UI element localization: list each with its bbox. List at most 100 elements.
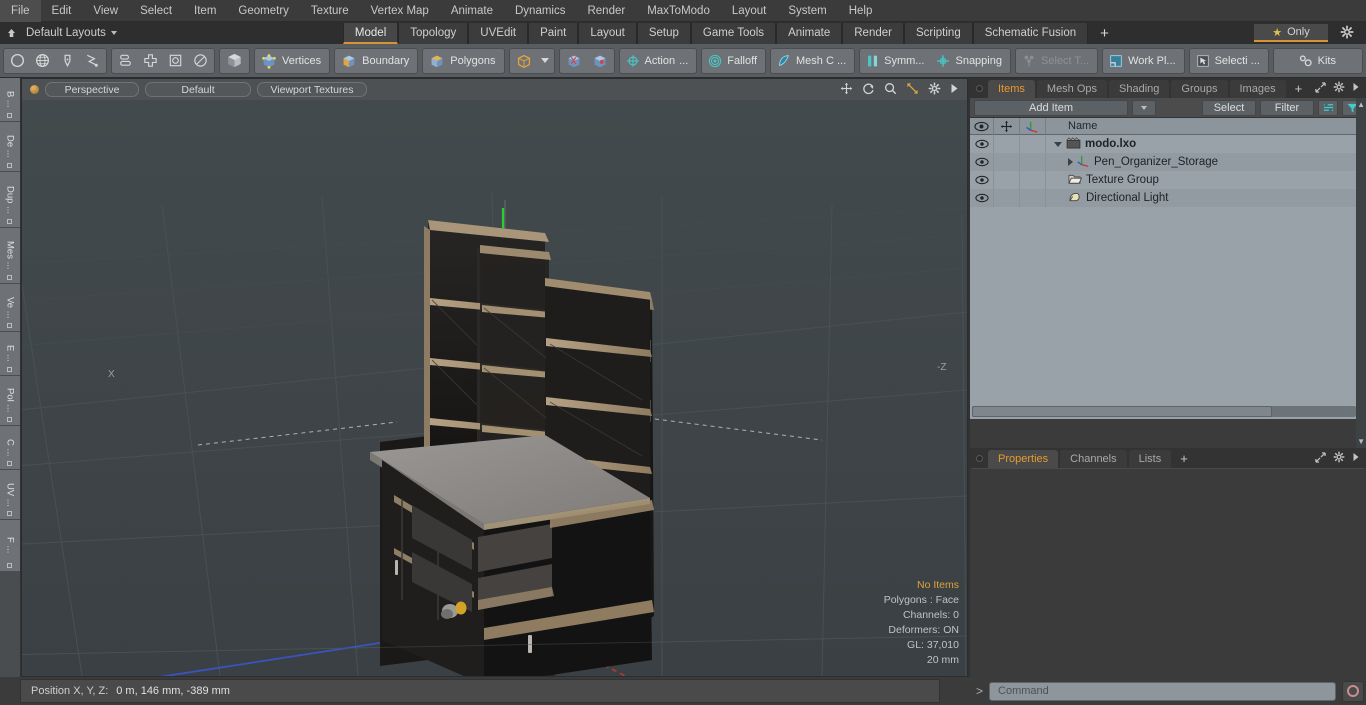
row-axis-cell[interactable] [1020,135,1046,153]
add-item-button[interactable]: Add Item [974,99,1128,116]
add-panel-tab-button[interactable]: + [1288,80,1310,98]
row-lock-cell[interactable] [994,135,1020,153]
sidebar-item-fusion[interactable]: F ... [0,520,20,572]
table-row[interactable]: Directional Light [970,189,1366,207]
sidebar-item-edge[interactable]: E ... [0,332,20,376]
home-icon[interactable] [0,22,22,44]
viewport-view-mode-dropdown[interactable]: Perspective [45,82,139,97]
menu-render[interactable]: Render [576,0,636,22]
expand-icon[interactable] [1315,81,1326,96]
tab-schematic-fusion[interactable]: Schematic Fusion [972,22,1089,44]
path-select-icon[interactable] [80,49,105,73]
table-row[interactable]: Texture Group [970,171,1366,189]
mesh-constraint-button[interactable]: Mesh C ... [772,49,853,73]
vertices-mode-button[interactable]: Vertices [256,49,328,73]
sidebar-item-uv[interactable]: UV ... [0,470,20,520]
scrollbar-thumb[interactable] [972,406,1272,417]
menu-help[interactable]: Help [838,0,884,22]
menu-vertex-map[interactable]: Vertex Map [360,0,440,22]
row-lock-cell[interactable] [994,189,1020,207]
tab-topology[interactable]: Topology [398,22,469,44]
menu-geometry[interactable]: Geometry [227,0,300,22]
menu-layout[interactable]: Layout [721,0,778,22]
row-visibility-toggle[interactable] [970,153,994,171]
add-tab-button[interactable]: + [1088,23,1121,44]
row-name-cell[interactable]: Directional Light [1046,191,1366,206]
element-box-icon[interactable] [163,49,188,73]
tab-paint[interactable]: Paint [528,22,579,44]
sidebar-item-polygon[interactable]: Pol ... [0,376,20,426]
tab-shading[interactable]: Shading [1109,80,1170,98]
falloff-button[interactable]: Falloff [703,49,764,73]
tab-setup[interactable]: Setup [636,22,691,44]
menu-dynamics[interactable]: Dynamics [504,0,576,22]
chevron-down-icon[interactable] [540,58,549,63]
menu-maxtomodo[interactable]: MaxToModo [636,0,721,22]
menu-file[interactable]: File [0,0,41,22]
scroll-up-icon[interactable]: ▲ [1357,100,1365,109]
sidebar-item-vertex[interactable]: Ve ... [0,284,20,332]
zoom-icon[interactable] [884,82,897,97]
default-layouts-dropdown[interactable]: Default Layouts [22,22,125,44]
row-axis-cell[interactable] [1020,153,1046,171]
sidebar-item-duplicate[interactable]: Dup ... [0,172,20,228]
viewport-3d[interactable]: Perspective Default Viewport Textures X … [21,78,968,677]
scroll-down-icon[interactable]: ▼ [1357,437,1365,446]
expand-icon[interactable] [1315,451,1326,466]
row-visibility-toggle[interactable] [970,189,994,207]
gear-icon[interactable] [1340,25,1354,42]
select-through-b-icon[interactable] [587,49,613,73]
items-panel-vertical-scrollbar[interactable]: ▲ ▼ [1356,98,1366,448]
action-center-button[interactable]: Action ... [621,49,696,73]
row-name-cell[interactable]: Pen_Organizer_Storage [1046,154,1366,170]
pan-icon[interactable] [840,82,853,97]
table-row[interactable]: Pen_Organizer_Storage [970,153,1366,171]
symmetry-button[interactable]: Symm... [861,49,931,73]
menu-edit[interactable]: Edit [41,0,83,22]
add-properties-tab-button[interactable]: + [1173,450,1195,468]
list-options-icon[interactable] [1318,99,1338,116]
fit-view-icon[interactable] [906,82,919,97]
row-visibility-toggle[interactable] [970,171,994,189]
globe-select-icon[interactable] [30,49,55,73]
row-axis-cell[interactable] [1020,189,1046,207]
chevron-right-icon[interactable] [1068,158,1073,166]
menu-arrow-icon[interactable] [1352,82,1360,95]
tab-lists[interactable]: Lists [1128,450,1172,468]
row-lock-cell[interactable] [994,153,1020,171]
viewport-canvas[interactable]: X -Z No Items Polygons: Face Channels: … [22,100,967,676]
row-name-cell[interactable]: Texture Group [1046,173,1366,188]
menu-view[interactable]: View [82,0,129,22]
items-list-horizontal-scrollbar[interactable] [972,406,1356,417]
sidebar-item-curve[interactable]: C ... [0,426,20,470]
items-list-body[interactable]: modo.lxo Pen_Organizer_Storage Texture G… [970,135,1366,419]
snapping-button[interactable]: Snapping [931,49,1009,73]
element-center-icon[interactable] [138,49,163,73]
select-through-button[interactable]: Select T... [1017,49,1096,73]
menu-system[interactable]: System [777,0,837,22]
filter-dropdown-button[interactable]: Filter [1260,99,1314,116]
name-column-header[interactable]: Name [1046,118,1366,135]
menu-arrow-icon[interactable] [1352,452,1360,465]
chevron-down-icon[interactable] [1054,141,1062,147]
menu-item[interactable]: Item [183,0,227,22]
boundary-mode-button[interactable]: Boundary [336,49,416,73]
axis-column-header[interactable] [1020,117,1046,135]
table-row[interactable]: modo.lxo [970,135,1366,153]
tab-scripting[interactable]: Scripting [903,22,973,44]
menu-animate[interactable]: Animate [440,0,504,22]
menu-texture[interactable]: Texture [300,0,360,22]
viewport-indicator-dot[interactable] [30,85,39,94]
tab-game-tools[interactable]: Game Tools [690,22,777,44]
tab-items[interactable]: Items [988,80,1035,98]
tab-properties[interactable]: Properties [988,450,1059,468]
items-mode-icon[interactable] [221,49,248,73]
tab-images[interactable]: Images [1229,80,1286,98]
menu-select[interactable]: Select [129,0,183,22]
viewport-preset-dropdown[interactable]: Default [145,82,251,97]
work-plane-button[interactable]: Work Pl... [1104,49,1182,73]
tab-animate[interactable]: Animate [776,22,843,44]
move-column-header[interactable] [994,117,1020,135]
row-axis-cell[interactable] [1020,171,1046,189]
tab-layout[interactable]: Layout [578,22,637,44]
